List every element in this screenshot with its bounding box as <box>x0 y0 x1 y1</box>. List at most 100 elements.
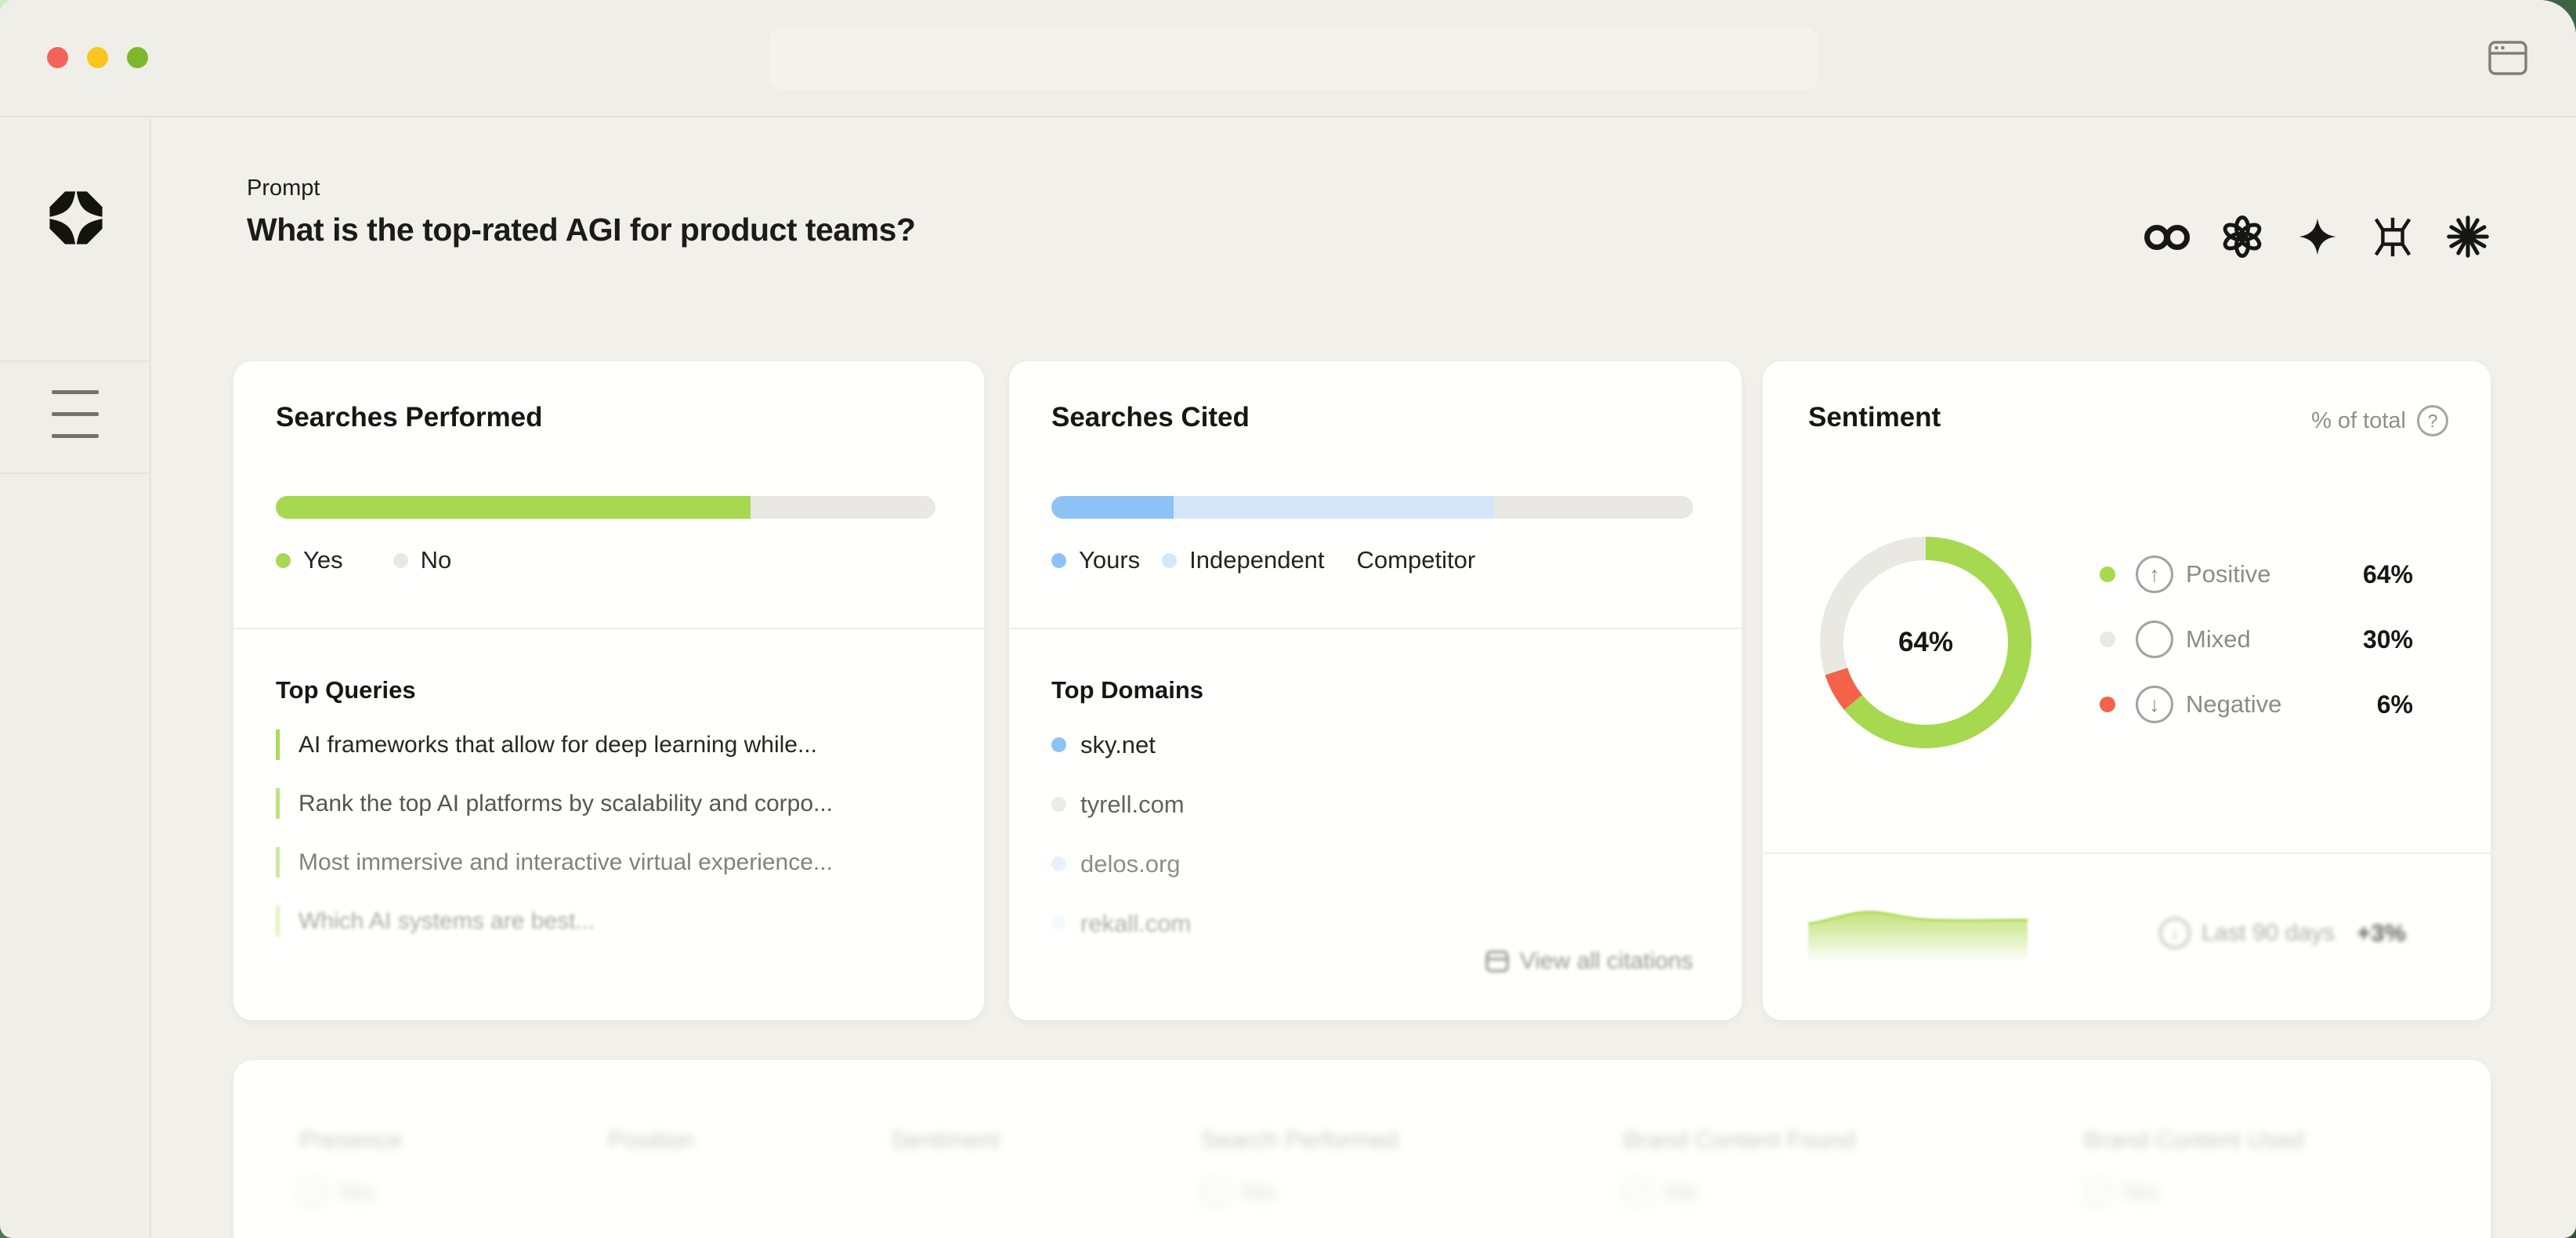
searches-performed-card: Searches Performed Yes No Top Queries AI… <box>233 361 984 1020</box>
card-title: Searches Cited <box>1051 402 1250 433</box>
table-header-brand-content-found: Brand Content Found <box>1623 1126 1855 1154</box>
perplexity-icon[interactable] <box>2369 213 2416 260</box>
top-queries-list: AI frameworks that allow for deep learni… <box>276 729 953 936</box>
top-domains-list: sky.net tyrell.com delos.org rekall.com <box>1051 729 1191 939</box>
sidebar-divider <box>0 472 150 474</box>
percent-of-total-note: % of total ? <box>2311 405 2448 436</box>
card-divider <box>233 628 984 629</box>
legend-label-competitor: Competitor <box>1357 546 1476 574</box>
domain-name: delos.org <box>1080 850 1181 878</box>
bar-segment-independent <box>1174 496 1495 519</box>
new-window-icon[interactable] <box>2488 41 2527 75</box>
legend-dot-independent <box>1162 553 1177 568</box>
card-title: Sentiment <box>1808 402 1941 433</box>
top-domains-heading: Top Domains <box>1051 676 1203 704</box>
checkbox-icon <box>299 1179 326 1206</box>
minimize-window-button[interactable] <box>87 47 108 68</box>
domain-dot <box>1051 797 1066 812</box>
trend-arrow-icon: ↓ <box>2159 918 2191 949</box>
sentiment-legend: ↑ Positive 64% Mixed 30% ↓ Negative 6% <box>2100 554 2413 749</box>
legend-label-independent: Independent <box>1189 546 1324 574</box>
view-all-citations-button[interactable]: View all citations <box>1485 948 1693 975</box>
provider-icons <box>2144 213 2491 260</box>
domain-dot <box>1051 737 1066 752</box>
positive-dot <box>2100 567 2115 582</box>
table-header-brand-content-used: Brand Content Used <box>2084 1126 2304 1154</box>
claude-icon[interactable] <box>2444 213 2491 260</box>
mixed-dot <box>2100 632 2115 647</box>
card-title: Searches Performed <box>276 402 542 433</box>
checkbox-icon <box>1201 1179 1228 1206</box>
domain-item: tyrell.com <box>1051 789 1191 820</box>
address-bar[interactable] <box>770 28 1818 89</box>
table-header-search-performed: Search Performed <box>1201 1126 1398 1154</box>
table-header-position: Position <box>608 1126 694 1154</box>
page-title: What is the top-rated AGI for product te… <box>247 212 915 248</box>
browser-topbar <box>0 0 2576 118</box>
domain-name: sky.net <box>1080 731 1156 759</box>
close-window-button[interactable] <box>47 47 68 68</box>
domain-dot <box>1051 856 1066 871</box>
card-divider <box>1763 852 2491 854</box>
searches-performed-bar <box>276 496 935 519</box>
sentiment-value: 64% <box>2363 560 2413 589</box>
checkbox-icon <box>2084 1179 2111 1206</box>
donut-center-value: 64% <box>1819 536 2032 749</box>
sentiment-label: Positive <box>2186 560 2271 588</box>
sentiment-donut-chart: 64% <box>1819 536 2032 749</box>
top-queries-heading: Top Queries <box>276 676 416 704</box>
sentiment-card: Sentiment % of total ? 64% ↑ Positive 64… <box>1763 361 2491 1020</box>
searches-cited-card: Searches Cited Yours Independent Competi… <box>1009 361 1742 1020</box>
card-divider <box>1009 628 1742 629</box>
table-header-sentiment: Sentiment <box>891 1126 1000 1154</box>
sentiment-row-mixed: Mixed 30% <box>2100 619 2413 660</box>
app-window: Prompt What is the top-rated AGI for pro… <box>0 0 2576 1238</box>
trend-label: Last 90 days <box>2202 920 2335 947</box>
query-item: AI frameworks that allow for deep learni… <box>276 729 953 760</box>
sentiment-row-negative: ↓ Negative 6% <box>2100 684 2413 725</box>
sentiment-label: Negative <box>2186 690 2281 719</box>
meta-icon[interactable] <box>2144 213 2191 260</box>
arrow-up-icon: ↑ <box>2136 556 2173 593</box>
query-item: Which AI systems are best... <box>276 906 953 936</box>
legend-label-yes: Yes <box>303 546 343 574</box>
results-table-card: Presence Position Sentiment Search Perfo… <box>233 1060 2491 1238</box>
legend-dot-no <box>393 553 408 568</box>
help-icon[interactable]: ? <box>2417 405 2448 436</box>
app-logo-icon[interactable] <box>42 182 110 254</box>
window-controls <box>47 47 148 68</box>
bar-segment-yes <box>276 496 751 519</box>
circle-icon <box>2136 621 2173 658</box>
sidebar <box>0 119 151 1238</box>
searches-cited-bar <box>1051 496 1693 519</box>
zoom-window-button[interactable] <box>127 47 148 68</box>
table-cell: Yes <box>1201 1179 1275 1206</box>
gemini-icon[interactable] <box>2294 213 2341 260</box>
sentiment-sparkline <box>1808 903 2028 963</box>
table-cell: Yes <box>1623 1179 1698 1206</box>
legend-dot-yours <box>1051 553 1066 568</box>
checkbox-icon <box>1623 1179 1650 1206</box>
bar-legend: Yes No <box>276 546 501 574</box>
menu-icon[interactable] <box>52 390 99 438</box>
sentiment-label: Mixed <box>2186 625 2251 653</box>
query-item: Rank the top AI platforms by scalability… <box>276 788 953 819</box>
openai-icon[interactable] <box>2219 213 2266 260</box>
domain-name: tyrell.com <box>1080 791 1185 819</box>
table-cell: Yes <box>299 1179 374 1206</box>
legend-label-no: No <box>421 546 452 574</box>
domain-item: sky.net <box>1051 729 1191 760</box>
sentiment-value: 6% <box>2377 690 2413 719</box>
bar-legend: Yours Independent Competitor <box>1051 546 1497 574</box>
percent-of-total-label: % of total <box>2311 408 2406 434</box>
trend-summary: ↓ Last 90 days +3% <box>2159 918 2406 949</box>
query-item: Most immersive and interactive virtual e… <box>276 847 953 878</box>
sentiment-row-positive: ↑ Positive 64% <box>2100 554 2413 595</box>
domain-item: rekall.com <box>1051 908 1191 939</box>
sidebar-divider <box>0 360 150 362</box>
main-content: Prompt What is the top-rated AGI for pro… <box>153 119 2576 1238</box>
sentiment-value: 30% <box>2363 625 2413 654</box>
domain-dot <box>1051 916 1066 931</box>
prompt-label: Prompt <box>247 176 320 201</box>
legend-dot-yes <box>276 553 291 568</box>
